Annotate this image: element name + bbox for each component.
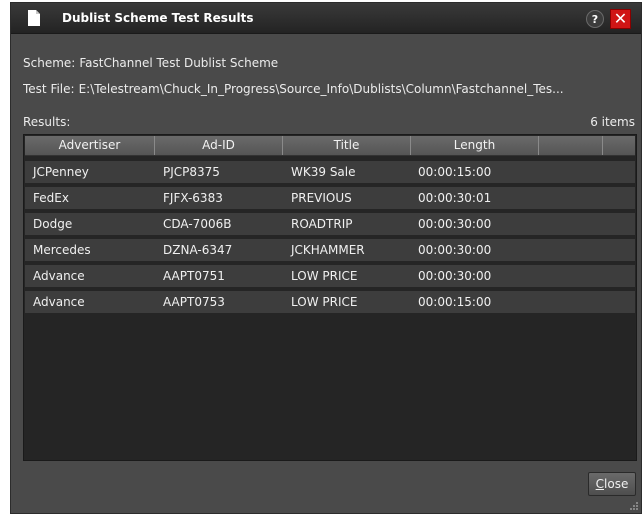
results-label: Results:	[23, 115, 71, 129]
table-row[interactable]: FedEx FJFX-6383 PREVIOUS 00:00:30:01	[25, 187, 635, 209]
help-icon[interactable]: ?	[586, 10, 604, 28]
close-button-mnemonic: C	[595, 477, 605, 491]
scheme-label: Scheme:	[23, 56, 76, 70]
column-header-empty	[539, 136, 603, 155]
cell-title: JCKHAMMER	[291, 243, 365, 257]
resize-grip-icon[interactable]	[629, 501, 639, 511]
cell-ad-id: DZNA-6347	[163, 243, 233, 257]
dublist-results-dialog: Dublist Scheme Test Results ? ✕ Scheme: F…	[10, 2, 642, 514]
table-row[interactable]: Mercedes DZNA-6347 JCKHAMMER 00:00:30:00	[25, 239, 635, 261]
cell-title: LOW PRICE	[291, 269, 358, 283]
table-header: Advertiser Ad-ID Title Length	[25, 136, 635, 156]
test-file-info: Test File: E:\Telestream\Chuck_In_Progres…	[23, 82, 639, 96]
column-header-ad-id[interactable]: Ad-ID	[155, 136, 283, 155]
cell-ad-id: AAPT0753	[163, 295, 225, 309]
cell-advertiser: Mercedes	[33, 243, 91, 257]
table-row[interactable]: JCPenney PJCP8375 WK39 Sale 00:00:15:00	[25, 161, 635, 183]
cell-length: 00:00:30:00	[418, 269, 492, 283]
test-file-label: Test File:	[23, 82, 75, 96]
results-count: 6 items	[590, 115, 635, 129]
cell-ad-id: AAPT0751	[163, 269, 225, 283]
title-bar[interactable]: Dublist Scheme Test Results ? ✕	[11, 3, 641, 34]
column-header-title[interactable]: Title	[283, 136, 411, 155]
cell-length: 00:00:15:00	[418, 295, 492, 309]
cell-length: 00:00:30:00	[418, 243, 492, 257]
table-row[interactable]: Advance AAPT0753 LOW PRICE 00:00:15:00	[25, 291, 635, 313]
results-table[interactable]: Advertiser Ad-ID Title Length JCPenney P…	[23, 134, 637, 461]
test-file-value: E:\Telestream\Chuck_In_Progress\Source_I…	[78, 82, 564, 96]
column-header-length[interactable]: Length	[411, 136, 539, 155]
cell-advertiser: FedEx	[33, 191, 69, 205]
cell-length: 00:00:15:00	[418, 165, 492, 179]
window-title: Dublist Scheme Test Results	[62, 11, 254, 25]
cell-advertiser: Dodge	[33, 217, 73, 231]
cell-length: 00:00:30:01	[418, 191, 492, 205]
cell-title: WK39 Sale	[291, 165, 356, 179]
cell-advertiser: Advance	[33, 269, 85, 283]
cell-advertiser: JCPenney	[33, 165, 89, 179]
column-header-advertiser[interactable]: Advertiser	[25, 136, 155, 155]
cell-ad-id: CDA-7006B	[163, 217, 232, 231]
cell-advertiser: Advance	[33, 295, 85, 309]
cell-title: LOW PRICE	[291, 295, 358, 309]
table-row[interactable]: Dodge CDA-7006B ROADTRIP 00:00:30:00	[25, 213, 635, 235]
close-button-label: lose	[604, 477, 629, 491]
cell-title: ROADTRIP	[291, 217, 353, 231]
close-button[interactable]: Close	[588, 472, 636, 496]
scheme-info: Scheme: FastChannel Test Dublist Scheme	[23, 56, 278, 70]
table-row[interactable]: Advance AAPT0751 LOW PRICE 00:00:30:00	[25, 265, 635, 287]
cell-ad-id: PJCP8375	[163, 165, 220, 179]
close-icon[interactable]: ✕	[610, 9, 631, 29]
cell-ad-id: FJFX-6383	[163, 191, 223, 205]
document-icon	[28, 10, 40, 26]
scheme-value: FastChannel Test Dublist Scheme	[79, 56, 279, 70]
cell-length: 00:00:30:00	[418, 217, 492, 231]
cell-title: PREVIOUS	[291, 191, 352, 205]
